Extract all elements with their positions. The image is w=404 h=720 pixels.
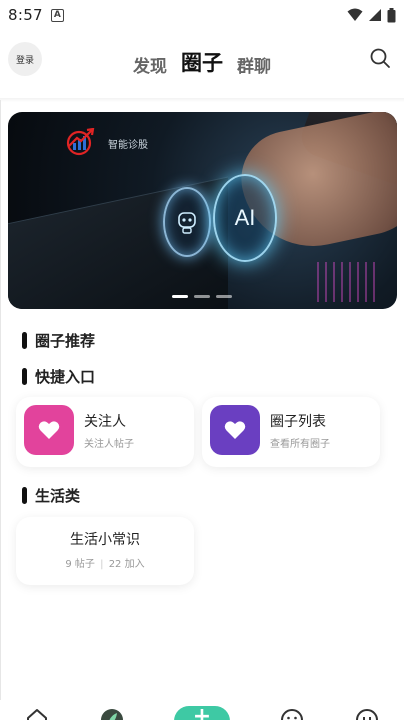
circle-joined-count: 22 加入 — [108, 559, 145, 570]
carousel-dot[interactable] — [172, 295, 188, 298]
login-button[interactable]: 登录 — [8, 42, 42, 76]
status-time: 8:57 — [8, 6, 43, 24]
circle-card-title: 生活小常识 — [70, 532, 140, 548]
carousel-dot[interactable] — [194, 295, 210, 298]
home-icon[interactable] — [24, 706, 50, 720]
carousel-dot[interactable] — [216, 295, 232, 298]
banner-logo-text: 智能诊股 — [108, 140, 148, 151]
banner-carousel[interactable]: 智能诊股 AI — [8, 112, 397, 309]
add-icon[interactable]: + — [173, 706, 230, 720]
leaf-icon[interactable] — [99, 706, 125, 720]
wifi-icon — [347, 8, 363, 21]
section-quick-title: 快捷入口 — [35, 368, 96, 386]
profile-icon[interactable] — [354, 706, 380, 720]
left-edge-line — [0, 100, 1, 700]
heart-icon — [24, 405, 74, 455]
section-life-title: 生活类 — [35, 487, 81, 505]
smile-icon[interactable] — [279, 706, 305, 720]
section-recommend-title: 圈子推荐 — [35, 332, 96, 350]
signal-icon — [369, 9, 381, 21]
top-tabs: 发现 圈子 群聊 — [133, 47, 271, 77]
circle-card-life-tips[interactable]: 生活小常识 9 帖子 | 22 加入 — [16, 517, 194, 585]
circle-card-stats: 9 帖子 | 22 加入 — [16, 555, 194, 570]
section-life: 生活类 — [22, 485, 80, 506]
section-bar — [22, 487, 27, 504]
top-header: 登录 发现 圈子 群聊 — [0, 30, 404, 98]
battery-icon — [387, 7, 396, 22]
bottom-nav: + — [0, 700, 404, 720]
search-icon[interactable] — [368, 46, 392, 70]
stats-separator: | — [100, 559, 104, 570]
carousel-dots — [172, 295, 232, 298]
header-divider — [0, 98, 404, 102]
circle-posts-count: 9 帖子 — [65, 559, 95, 570]
robot-icon — [163, 187, 211, 257]
ai-orb: AI — [213, 174, 277, 262]
tab-circle[interactable]: 圈子 — [181, 47, 223, 77]
heart-icon — [210, 405, 260, 455]
quick-entry-subtitle: 查看所有圈子 — [270, 439, 330, 450]
quick-entry-title: 圈子列表 — [270, 414, 326, 430]
quick-entry-subtitle: 关注人帖子 — [84, 439, 134, 450]
banner-sparkle — [317, 262, 377, 302]
section-recommend: 圈子推荐 — [22, 330, 95, 351]
status-bar: 8:57 A — [0, 0, 404, 30]
quick-entry-following[interactable]: 关注人 关注人帖子 — [16, 397, 194, 467]
section-bar — [22, 332, 27, 349]
stock-logo-icon — [66, 128, 95, 156]
tab-discover[interactable]: 发现 — [133, 52, 167, 77]
section-quick: 快捷入口 — [22, 366, 95, 387]
section-bar — [22, 368, 27, 385]
notification-a-icon: A — [50, 8, 64, 22]
quick-entry-circle-list[interactable]: 圈子列表 查看所有圈子 — [202, 397, 380, 467]
tab-group-chat[interactable]: 群聊 — [237, 52, 271, 77]
quick-entry-title: 关注人 — [84, 414, 126, 430]
